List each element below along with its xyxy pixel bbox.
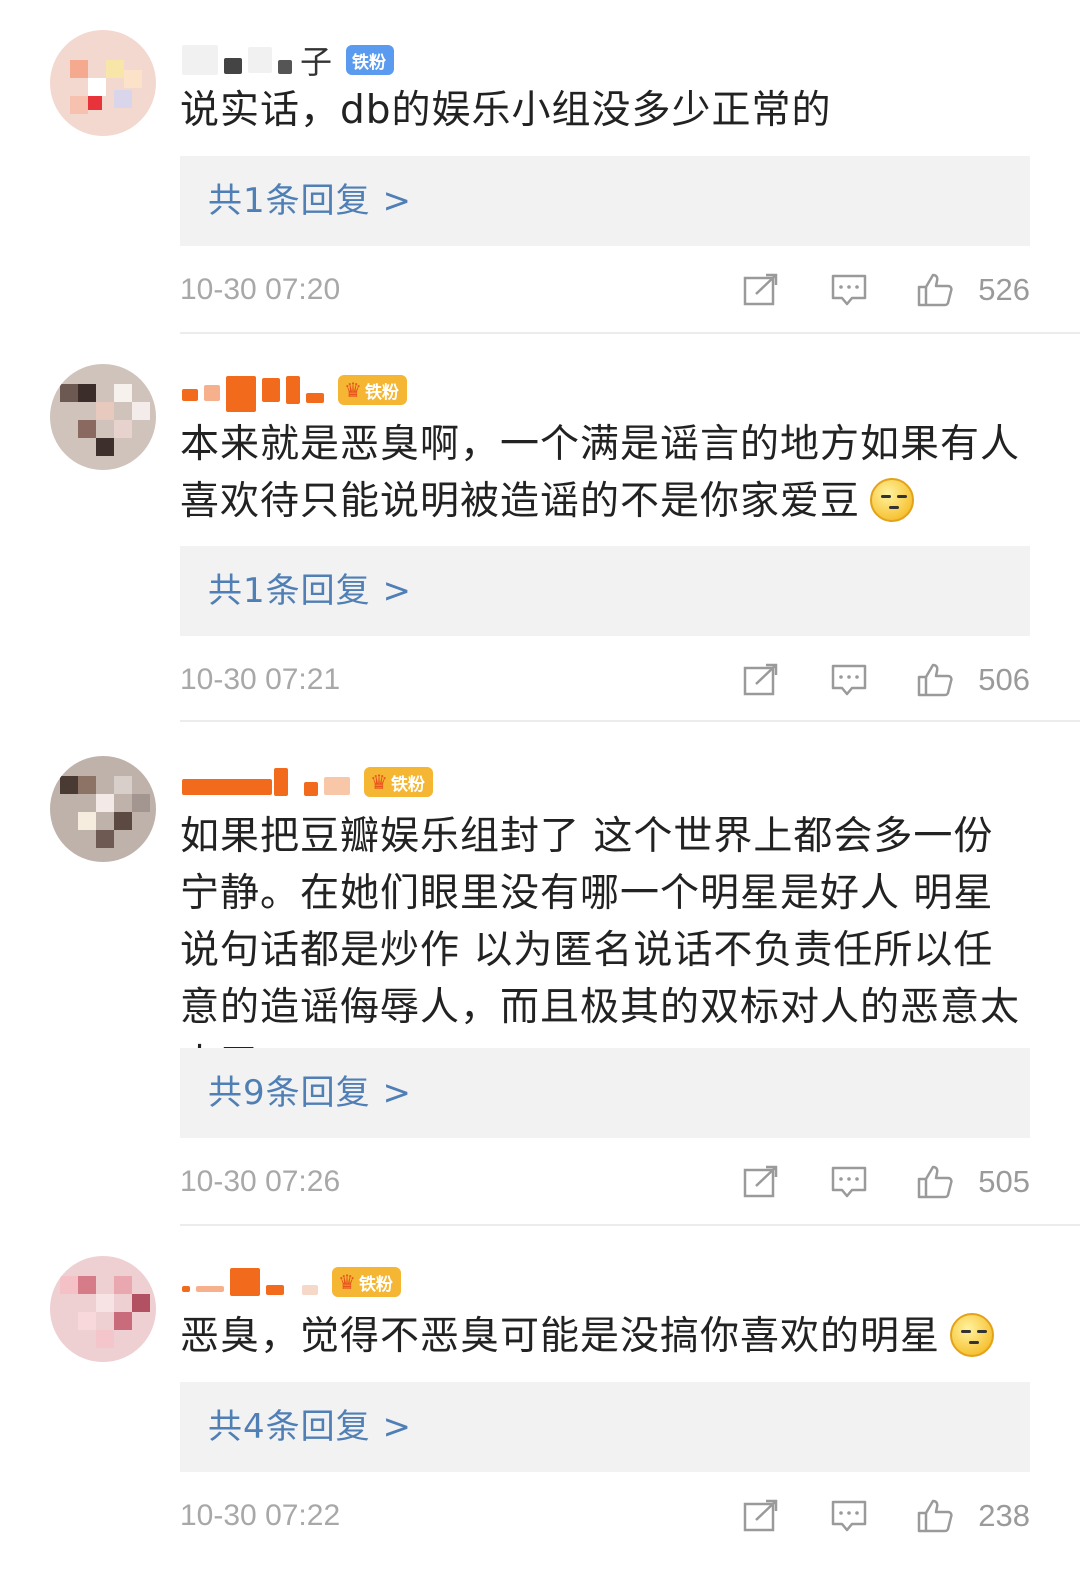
comment-text: 说实话，db的娱乐小组没多少正常的 <box>180 88 832 133</box>
comment-meta: 10-30 07:22 238 <box>180 1494 1030 1538</box>
crown-icon: ♛ <box>344 378 362 402</box>
username-obscured-fragment <box>230 1268 260 1296</box>
like-count: 505 <box>978 1164 1030 1199</box>
thumbs-up-icon[interactable] <box>916 662 954 698</box>
reply-box[interactable]: 共1条回复 > <box>180 156 1030 246</box>
grimace-emoji-icon <box>950 1312 995 1357</box>
username-row: ♛ 铁粉 <box>182 368 407 412</box>
comment-icon[interactable] <box>830 272 868 308</box>
avatar[interactable] <box>50 756 156 862</box>
share-icon[interactable] <box>742 1498 780 1534</box>
comment-meta: 10-30 07:26 505 <box>180 1160 1030 1204</box>
username-row: 子 铁粉 <box>182 37 395 83</box>
view-replies-link[interactable]: 共9条回复 > <box>208 1048 412 1138</box>
username-obscured-fragment <box>248 47 272 73</box>
fan-badge[interactable]: 铁粉 <box>346 45 395 75</box>
comment-feed: 子 铁粉 说实话，db的娱乐小组没多少正常的 共1条回复 > 10-30 07:… <box>0 0 1080 1590</box>
comment-text: 恶臭，觉得不恶臭可能是没搞你喜欢的明星 <box>180 1308 1030 1365</box>
username-obscured-fragment <box>324 777 350 795</box>
grimace-emoji-icon <box>870 477 915 522</box>
comment-icon[interactable] <box>830 1498 868 1534</box>
badge-label: 铁粉 <box>390 774 425 795</box>
like-count: 238 <box>978 1498 1030 1533</box>
timestamp: 10-30 07:22 <box>180 1499 341 1532</box>
divider <box>180 332 1080 334</box>
username-obscured-fragment <box>266 1285 284 1295</box>
username-obscured-fragment <box>196 1286 224 1292</box>
badge-label: 铁粉 <box>364 382 399 403</box>
comment-text: 本来就是恶臭啊，一个满是谣言的地方如果有人喜欢待只能说明被造谣的不是你家爱豆 <box>180 416 1030 530</box>
timestamp: 10-30 07:26 <box>180 1165 341 1198</box>
comment-meta: 10-30 07:20 526 <box>180 268 1030 312</box>
badge-label: 铁粉 <box>352 52 387 73</box>
username-obscured-fragment <box>224 58 242 74</box>
share-icon[interactable] <box>742 272 780 308</box>
fan-badge[interactable]: ♛ 铁粉 <box>338 375 407 405</box>
timestamp: 10-30 07:21 <box>180 663 341 696</box>
username-obscured[interactable] <box>182 389 198 401</box>
comment-icon[interactable] <box>830 1164 868 1200</box>
username-obscured[interactable] <box>182 1286 190 1292</box>
username-obscured[interactable] <box>182 779 272 795</box>
timestamp: 10-30 07:20 <box>180 273 341 306</box>
divider <box>180 720 1080 722</box>
badge-label: 铁粉 <box>358 1274 393 1295</box>
comment-icon[interactable] <box>830 662 868 698</box>
username-obscured-fragment <box>274 768 288 796</box>
reply-box[interactable]: 共4条回复 > <box>180 1382 1030 1472</box>
crown-icon: ♛ <box>338 1270 356 1294</box>
avatar[interactable] <box>50 1256 156 1362</box>
username-obscured-fragment <box>278 60 292 74</box>
thumbs-up-icon[interactable] <box>916 272 954 308</box>
username-obscured[interactable] <box>182 45 218 75</box>
username-obscured-fragment <box>204 385 220 401</box>
thumbs-up-icon[interactable] <box>916 1164 954 1200</box>
fan-badge[interactable]: ♛ 铁粉 <box>364 767 433 797</box>
view-replies-link[interactable]: 共1条回复 > <box>208 546 412 636</box>
username-visible[interactable]: 子 <box>300 37 332 83</box>
reply-box[interactable]: 共1条回复 > <box>180 546 1030 636</box>
comment-meta: 10-30 07:21 506 <box>180 658 1030 702</box>
view-replies-link[interactable]: 共1条回复 > <box>208 156 412 246</box>
username-obscured-fragment <box>302 1285 318 1295</box>
reply-box[interactable]: 共9条回复 > <box>180 1048 1030 1138</box>
share-icon[interactable] <box>742 1164 780 1200</box>
thumbs-up-icon[interactable] <box>916 1498 954 1534</box>
fan-badge[interactable]: ♛ 铁粉 <box>332 1267 401 1297</box>
like-count: 506 <box>978 662 1030 697</box>
avatar[interactable] <box>50 30 156 136</box>
like-count: 526 <box>978 272 1030 307</box>
crown-icon: ♛ <box>370 770 388 794</box>
avatar[interactable] <box>50 364 156 470</box>
username-obscured-fragment <box>262 378 280 402</box>
username-obscured-fragment <box>226 376 256 412</box>
share-icon[interactable] <box>742 662 780 698</box>
username-obscured-fragment <box>306 393 324 403</box>
username-obscured-fragment <box>286 376 300 404</box>
username-obscured-fragment <box>304 782 318 796</box>
divider <box>180 1224 1080 1226</box>
comment-text-content: 恶臭，觉得不恶臭可能是没搞你喜欢的明星 <box>180 1314 941 1359</box>
username-row: ♛ 铁粉 <box>182 1260 401 1304</box>
view-replies-link[interactable]: 共4条回复 > <box>208 1382 412 1472</box>
username-row: ♛ 铁粉 <box>182 760 433 804</box>
